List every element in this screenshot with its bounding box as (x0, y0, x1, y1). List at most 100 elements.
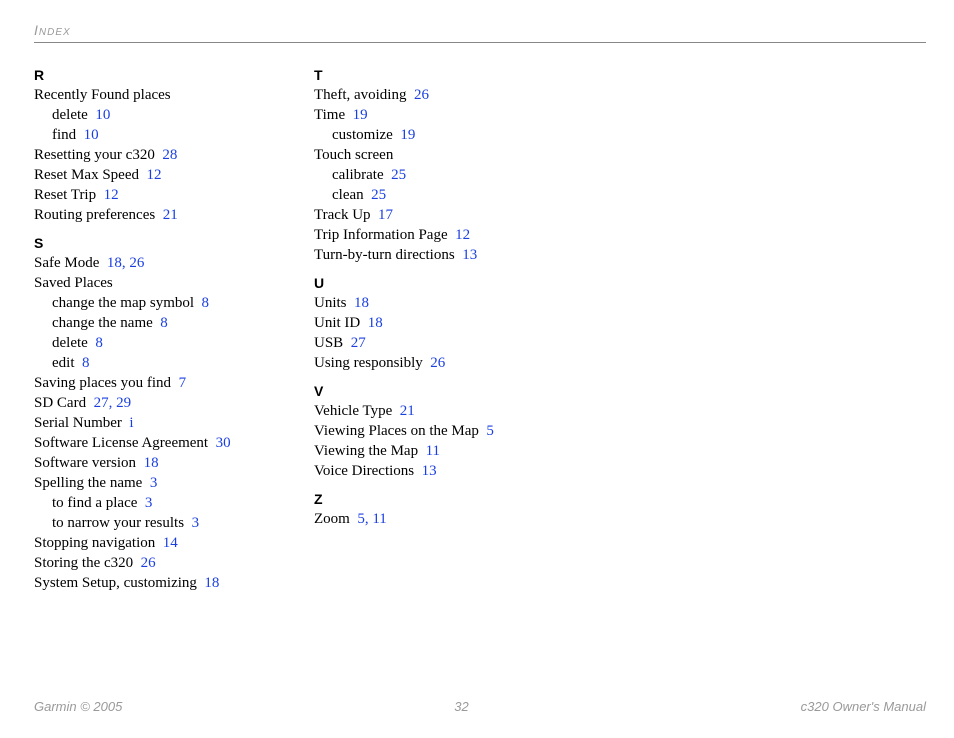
page-reference[interactable]: 11 (426, 443, 440, 459)
page-reference[interactable]: 25 (371, 187, 386, 203)
page-reference[interactable]: 28 (162, 147, 177, 163)
page-reference[interactable]: 17 (378, 207, 393, 223)
page-reference[interactable]: 10 (95, 107, 110, 123)
index-entry: Unit ID 18 (314, 313, 554, 333)
index-entry-text: Voice Directions (314, 463, 414, 479)
index-entry-text: Saving places you find (34, 375, 171, 391)
page-reference[interactable]: 12 (146, 167, 161, 183)
page-reference[interactable]: 8 (202, 295, 210, 311)
page-reference[interactable]: 7 (179, 375, 187, 391)
index-entry-text: Viewing the Map (314, 443, 418, 459)
index-entry: Storing the c320 26 (34, 553, 274, 573)
index-entry-text: customize (332, 127, 393, 143)
index-entry: Time 19 (314, 105, 554, 125)
header-rule: Index (34, 22, 926, 43)
index-entry: to find a place 3 (34, 493, 274, 513)
page-reference[interactable]: 14 (163, 535, 178, 551)
index-entry-text: Unit ID (314, 315, 360, 331)
page-reference[interactable]: 25 (391, 167, 406, 183)
index-section-letter: Z (314, 491, 554, 507)
page-reference[interactable]: 8 (82, 355, 90, 371)
page-reference[interactable]: 18, 26 (107, 255, 145, 271)
index-entry: Software version 18 (34, 453, 274, 473)
page-reference[interactable]: 21 (400, 403, 415, 419)
index-entry: change the map symbol 8 (34, 293, 274, 313)
page-reference[interactable]: 8 (160, 315, 168, 331)
page-reference[interactable]: 5 (486, 423, 494, 439)
index-entry: Using responsibly 26 (314, 353, 554, 373)
index-entry-text: to find a place (52, 495, 137, 511)
page-reference[interactable]: 19 (400, 127, 415, 143)
index-entry-text: Stopping navigation (34, 535, 155, 551)
page-reference[interactable]: 30 (216, 435, 231, 451)
index-entry-text: Safe Mode (34, 255, 99, 271)
footer-center: 32 (454, 699, 468, 714)
index-entry-text: Touch screen (314, 147, 393, 163)
index-section-letter: S (34, 235, 274, 251)
page-reference[interactable]: 27, 29 (94, 395, 132, 411)
index-entry: Track Up 17 (314, 205, 554, 225)
index-entry-text: Time (314, 107, 345, 123)
page-reference[interactable]: 3 (150, 475, 158, 491)
index-entry: Trip Information Page 12 (314, 225, 554, 245)
index-entry-text: Serial Number (34, 415, 122, 431)
index-section-letter: T (314, 67, 554, 83)
index-entry-text: Using responsibly (314, 355, 423, 371)
index-entry-text: Software version (34, 455, 136, 471)
page-reference[interactable]: 3 (192, 515, 200, 531)
index-entry: Software License Agreement 30 (34, 433, 274, 453)
index-entry: Theft, avoiding 26 (314, 85, 554, 105)
index-columns: RRecently Found placesdelete 10find 10Re… (34, 57, 926, 593)
page-reference[interactable]: i (129, 415, 133, 431)
index-entry: delete 10 (34, 105, 274, 125)
page-reference[interactable]: 12 (455, 227, 470, 243)
page-reference[interactable]: 13 (422, 463, 437, 479)
index-entry-text: edit (52, 355, 75, 371)
index-entry: delete 8 (34, 333, 274, 353)
index-section-letter: V (314, 383, 554, 399)
page-reference[interactable]: 18 (204, 575, 219, 591)
index-entry-text: Spelling the name (34, 475, 142, 491)
page-reference[interactable]: 26 (430, 355, 445, 371)
index-column-2: TTheft, avoiding 26Time 19customize 19To… (314, 57, 554, 593)
page-reference[interactable]: 18 (144, 455, 159, 471)
index-entry: Stopping navigation 14 (34, 533, 274, 553)
page-reference[interactable]: 18 (368, 315, 383, 331)
index-entry-text: Software License Agreement (34, 435, 208, 451)
page-reference[interactable]: 21 (163, 207, 178, 223)
index-entry: customize 19 (314, 125, 554, 145)
page: Index RRecently Found placesdelete 10fin… (0, 0, 954, 738)
index-entry: to narrow your results 3 (34, 513, 274, 533)
index-entry: Saving places you find 7 (34, 373, 274, 393)
page-reference[interactable]: 26 (414, 87, 429, 103)
page-reference[interactable]: 13 (462, 247, 477, 263)
index-entry: Spelling the name 3 (34, 473, 274, 493)
index-entry-text: change the map symbol (52, 295, 194, 311)
footer-left: Garmin © 2005 (34, 699, 122, 714)
index-entry-text: Units (314, 295, 347, 311)
page-reference[interactable]: 8 (95, 335, 103, 351)
page-reference[interactable]: 18 (354, 295, 369, 311)
index-entry: USB 27 (314, 333, 554, 353)
index-entry: Resetting your c320 28 (34, 145, 274, 165)
index-entry: Recently Found places (34, 85, 274, 105)
index-entry: change the name 8 (34, 313, 274, 333)
index-entry: Units 18 (314, 293, 554, 313)
page-reference[interactable]: 12 (104, 187, 119, 203)
page-reference[interactable]: 3 (145, 495, 153, 511)
index-entry: Reset Max Speed 12 (34, 165, 274, 185)
index-entry: edit 8 (34, 353, 274, 373)
index-entry-text: USB (314, 335, 343, 351)
index-entry-text: delete (52, 107, 88, 123)
page-reference[interactable]: 5, 11 (357, 511, 386, 527)
page-reference[interactable]: 27 (351, 335, 366, 351)
index-entry: Touch screen (314, 145, 554, 165)
page-reference[interactable]: 10 (84, 127, 99, 143)
index-entry: Viewing the Map 11 (314, 441, 554, 461)
index-entry-text: change the name (52, 315, 153, 331)
index-entry: System Setup, customizing 18 (34, 573, 274, 593)
index-entry-text: Saved Places (34, 275, 113, 291)
page-reference[interactable]: 19 (353, 107, 368, 123)
index-entry-text: Routing preferences (34, 207, 155, 223)
page-reference[interactable]: 26 (141, 555, 156, 571)
